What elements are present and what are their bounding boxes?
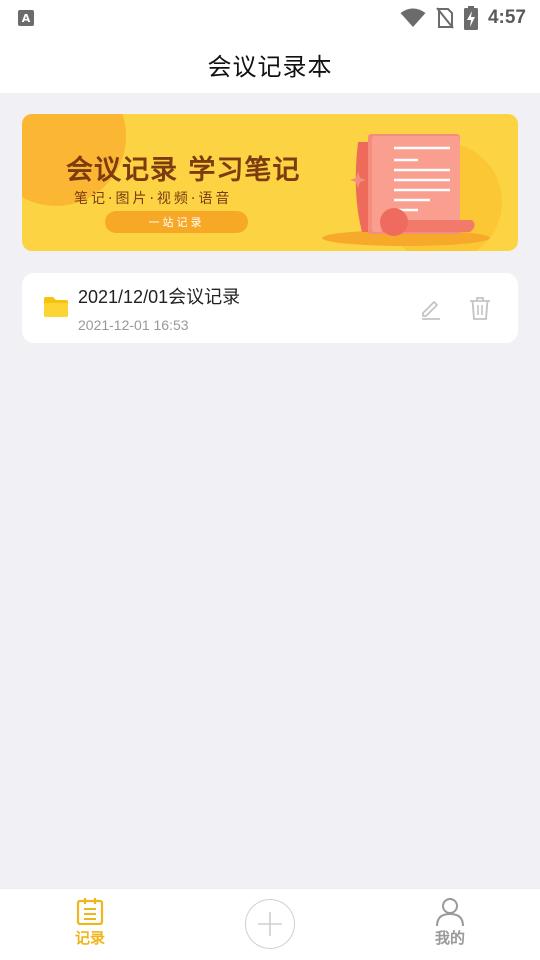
keyboard-badge-icon: A xyxy=(18,10,34,26)
list-item[interactable]: 2021/12/01会议记录 2021-12-01 16:53 xyxy=(22,273,518,343)
wifi-icon xyxy=(400,8,426,27)
banner-subtitle: 笔记·图片·视频·语音 xyxy=(74,191,233,207)
record-title: 2021/12/01会议记录 xyxy=(78,287,241,307)
app-screen: A 4:57 会议记录本 会议记录 学习笔记 笔记·图片·视频·语音 一站记录 … xyxy=(0,0,540,960)
no-sim-icon xyxy=(436,7,454,29)
status-right: 4:57 xyxy=(400,6,526,30)
record-timestamp: 2021-12-01 16:53 xyxy=(78,317,189,333)
banner-title: 会议记录 学习笔记 xyxy=(66,155,301,186)
page-title: 会议记录本 xyxy=(207,53,333,81)
edit-icon[interactable] xyxy=(419,296,443,320)
status-bar: A 4:57 xyxy=(0,0,540,36)
add-record-button[interactable] xyxy=(245,899,295,949)
bottom-navigation: 记录 我的 xyxy=(0,888,540,960)
person-icon xyxy=(436,898,464,927)
tab-records-label: 记录 xyxy=(74,929,105,947)
status-time: 4:57 xyxy=(487,7,526,28)
battery-charging-icon xyxy=(463,6,478,30)
app-header: 会议记录本 xyxy=(0,36,540,93)
trash-icon[interactable] xyxy=(468,296,492,320)
folder-icon xyxy=(44,297,68,317)
tab-records[interactable]: 记录 xyxy=(30,889,150,960)
tab-mine-label: 我的 xyxy=(434,929,465,947)
plus-icon xyxy=(258,912,282,936)
banner-pill: 一站记录 xyxy=(105,211,248,233)
document-illustration-icon xyxy=(322,134,490,246)
notebook-icon xyxy=(76,898,104,925)
tab-mine[interactable]: 我的 xyxy=(390,889,510,960)
promo-banner[interactable]: 会议记录 学习笔记 笔记·图片·视频·语音 一站记录 xyxy=(22,114,518,251)
status-left: A xyxy=(18,10,34,26)
